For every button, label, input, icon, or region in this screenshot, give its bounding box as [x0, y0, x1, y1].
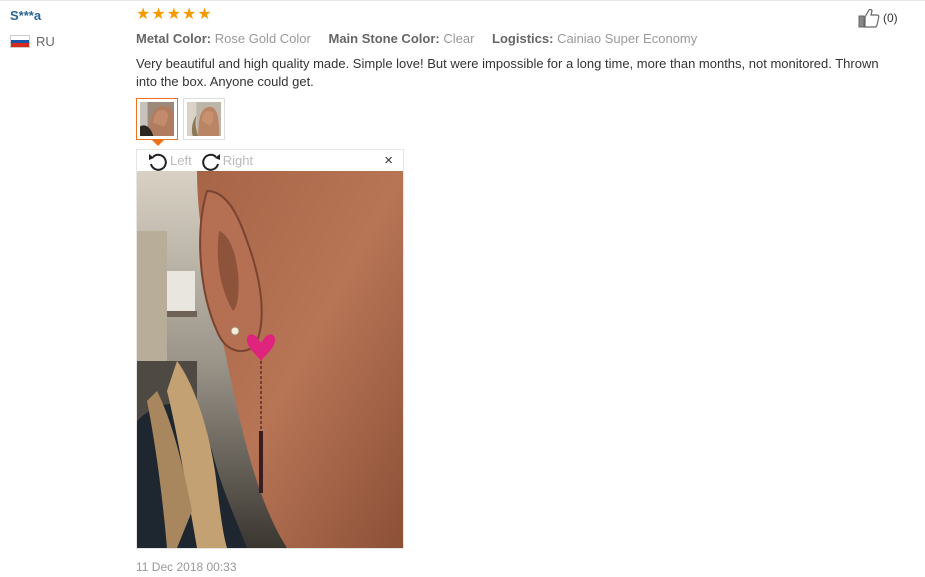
- review-text: Very beautiful and high quality made. Si…: [136, 56, 879, 89]
- thumbs-up-icon: [858, 8, 880, 28]
- reviewer-country: RU: [10, 34, 55, 49]
- like-count: (0): [883, 11, 898, 25]
- photo-thumbnail-image: [140, 102, 174, 136]
- rotate-right-icon: [201, 153, 220, 171]
- review-photo: [137, 171, 403, 548]
- star-icon: ★: [136, 6, 151, 23]
- star-icon: ★: [182, 6, 197, 23]
- top-divider: [0, 0, 925, 1]
- close-icon[interactable]: ×: [384, 152, 393, 169]
- reviewer-name[interactable]: S***a: [10, 8, 41, 23]
- rotate-right-label: Right: [222, 153, 254, 168]
- photo-thumbnail-1[interactable]: [136, 98, 178, 140]
- like-button[interactable]: (0): [858, 8, 898, 28]
- product-attributes: Metal Color: Rose Gold Color Main Stone …: [136, 31, 711, 46]
- photo-viewer-toolbar: Left Right ×: [137, 150, 403, 171]
- country-code: RU: [36, 34, 55, 49]
- rotate-left-label: Left: [170, 153, 192, 168]
- russia-flag-icon: [10, 35, 30, 48]
- rotate-right-button[interactable]: Right: [200, 151, 253, 171]
- photo-viewer: Left Right ×: [136, 149, 404, 549]
- star-icon: ★: [151, 6, 166, 23]
- rotate-left-button[interactable]: Left: [147, 151, 192, 171]
- attribute-stone-color: Main Stone Color: Clear: [328, 31, 475, 46]
- photo-thumbnail-2[interactable]: [183, 98, 225, 140]
- attribute-metal-color: Metal Color: Rose Gold Color: [136, 31, 311, 46]
- photo-thumbnail-image: [187, 102, 221, 136]
- active-thumbnail-pointer: [152, 140, 164, 146]
- attribute-logistics: Logistics: Cainiao Super Economy: [492, 31, 698, 46]
- star-icon: ★: [197, 6, 212, 23]
- rotate-left-icon: [149, 153, 167, 171]
- review-photo-thumbnails: [136, 98, 225, 140]
- rating-stars: ★ ★ ★ ★ ★: [136, 6, 212, 24]
- review-timestamp: 11 Dec 2018 00:33: [136, 560, 237, 574]
- star-icon: ★: [166, 6, 182, 23]
